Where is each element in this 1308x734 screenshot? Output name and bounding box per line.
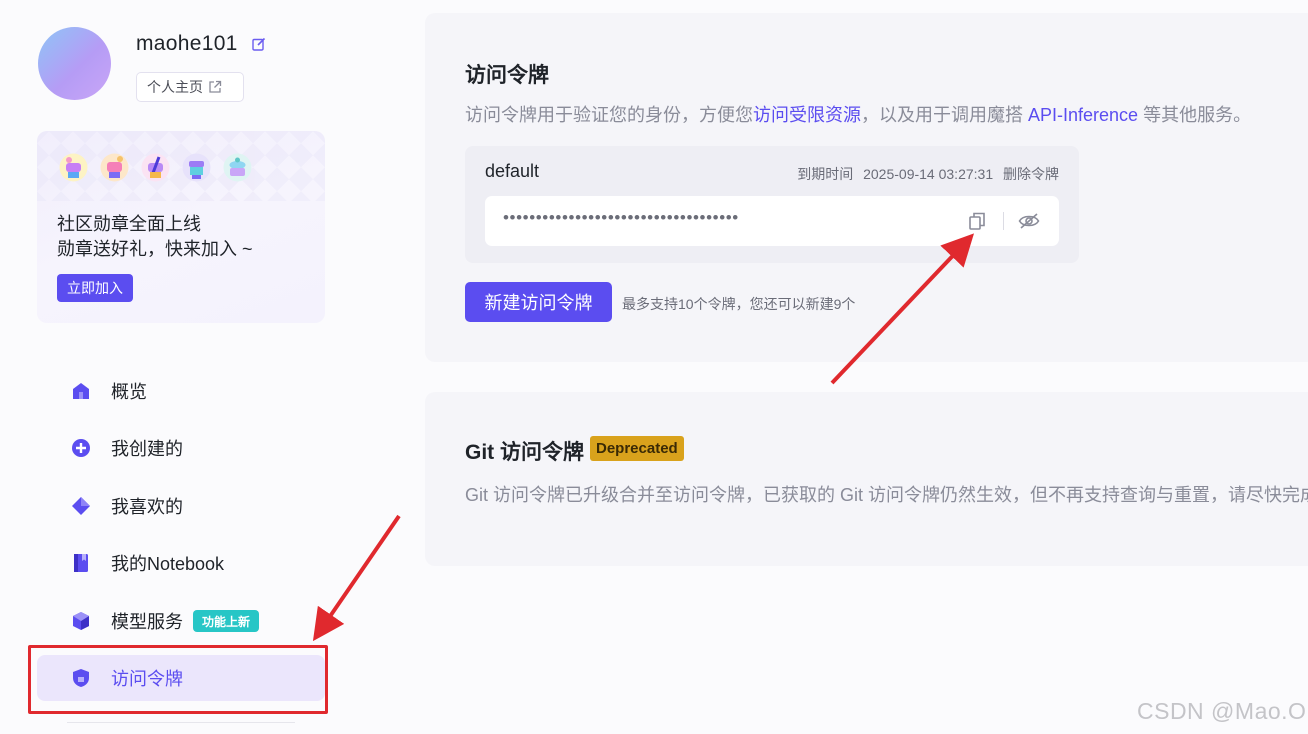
sidebar-item-label: 模型服务 (111, 612, 183, 632)
promo-subtitle: 勋章送好礼，快来加入 ~ (57, 239, 253, 259)
sidebar-item-model-service[interactable]: 模型服务 功能上新 (37, 598, 325, 644)
token-value-field[interactable]: •••••••••••••••••••••••••••••••••••• (485, 196, 1059, 246)
new-access-token-button[interactable]: 新建访问令牌 (465, 282, 612, 322)
expiry-value: 2025-09-14 03:27:31 (863, 166, 994, 182)
join-now-button[interactable]: 立即加入 (57, 274, 133, 302)
badge-icon (141, 153, 170, 182)
sidebar-divider (67, 722, 295, 723)
delete-token-link[interactable]: 删除令牌 (1003, 166, 1059, 182)
sidebar-item-notebook[interactable]: 我的Notebook (37, 540, 325, 586)
annotation-highlight-box (28, 645, 328, 714)
badge-row (57, 151, 254, 184)
copy-icon[interactable] (967, 211, 987, 231)
external-link-icon (209, 80, 222, 93)
badge-icon (100, 153, 129, 182)
cube-icon (73, 612, 89, 630)
sidebar-item-label: 概览 (111, 382, 147, 402)
arrow-to-access-token-nav (312, 514, 401, 642)
desc-text: ，以及用于调用魔搭 (861, 105, 1029, 125)
token-name: default (485, 161, 540, 181)
avatar[interactable] (38, 27, 111, 100)
sidebar-item-created[interactable]: 我创建的 (37, 425, 325, 471)
restricted-resources-link[interactable]: 访问受限资源 (753, 105, 861, 125)
watermark: CSDN @Mao.O (1137, 698, 1307, 724)
eye-off-icon[interactable] (1018, 211, 1040, 231)
homepage-button[interactable]: 个人主页 (136, 72, 244, 102)
badge-icon (59, 153, 88, 182)
badge-icon (182, 153, 211, 182)
homepage-label: 个人主页 (147, 79, 203, 95)
access-token-description: 访问令牌用于验证您的身份，方便您访问受限资源，以及用于调用魔搭 API-Infe… (465, 101, 1251, 127)
git-token-card: Git 访问令牌 Deprecated Git 访问令牌已升级合并至访问令牌，已… (425, 392, 1308, 566)
token-limit-note: 最多支持10个令牌，您还可以新建9个 (622, 296, 856, 312)
diamond-icon (72, 497, 90, 515)
desc-text: 访问令牌用于验证您的身份，方便您 (465, 105, 753, 125)
masked-token-value: •••••••••••••••••••••••••••••••••••• (503, 208, 739, 227)
sidebar-item-label: 我喜欢的 (111, 497, 183, 517)
edit-icon[interactable] (252, 37, 266, 51)
token-entry: default 到期时间 2025-09-14 03:27:31 删除令牌 ••… (465, 146, 1079, 263)
community-badge-promo: 社区勋章全面上线 勋章送好礼，快来加入 ~ 立即加入 (37, 131, 325, 323)
expiry-label: 到期时间 (797, 166, 854, 182)
notebook-icon (74, 554, 88, 572)
sidebar-item-overview[interactable]: 概览 (37, 368, 325, 414)
sidebar-item-liked[interactable]: 我喜欢的 (37, 483, 325, 529)
sidebar-item-label: 我创建的 (111, 439, 183, 459)
badge-icon (223, 153, 252, 182)
home-icon (73, 383, 89, 399)
access-token-title: 访问令牌 (465, 64, 549, 87)
access-token-card: 访问令牌 访问令牌用于验证您的身份，方便您访问受限资源，以及用于调用魔搭 API… (425, 13, 1308, 362)
deprecated-badge: Deprecated (590, 436, 684, 461)
git-token-description: Git 访问令牌已升级合并至访问令牌，已获取的 Git 访问令牌仍然生效，但不再… (465, 485, 1308, 505)
sidebar-item-label: 我的Notebook (111, 554, 225, 574)
new-feature-badge: 功能上新 (193, 610, 260, 632)
api-inference-link[interactable]: API-Inference (1028, 105, 1138, 125)
username: maohe101 (136, 32, 238, 55)
git-token-title: Git 访问令牌 (465, 441, 584, 464)
promo-title: 社区勋章全面上线 (57, 214, 201, 234)
token-meta: 到期时间 2025-09-14 03:27:31 删除令牌 (791, 164, 1059, 184)
plus-circle-icon (72, 439, 90, 457)
field-divider (1003, 212, 1004, 230)
desc-text: 等其他服务。 (1138, 105, 1252, 125)
